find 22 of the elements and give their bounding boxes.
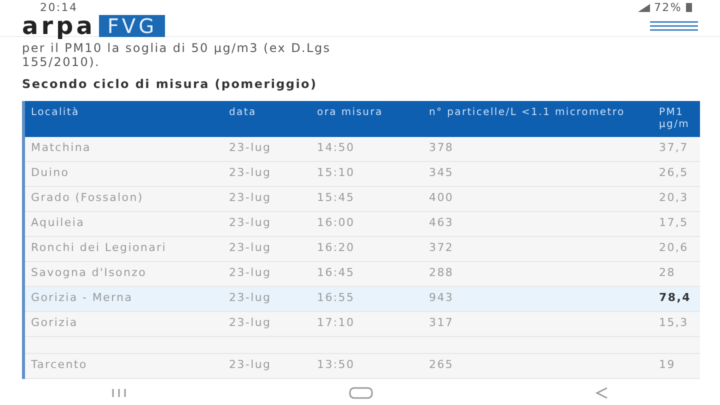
table-cell: 265 xyxy=(423,354,653,379)
intro-text: per il PM10 la soglia di 50 µg/m3 (ex D.Lgs xyxy=(22,41,332,55)
battery-icon xyxy=(686,3,692,12)
column-header: n° particelle/L <1.1 micrometro xyxy=(423,101,653,137)
column-header: Località xyxy=(25,101,223,137)
battery-percentage: 72% xyxy=(654,0,682,15)
table-cell: Tarcento xyxy=(25,354,223,379)
recent-apps-icon[interactable] xyxy=(111,388,127,398)
status-time: 20:14 xyxy=(40,0,78,15)
signal-icon xyxy=(638,4,650,12)
logo-badge: FVG xyxy=(99,14,166,36)
menu-icon[interactable] xyxy=(650,20,698,30)
back-icon[interactable] xyxy=(595,386,609,398)
intro-text: 155/2010). xyxy=(22,55,101,69)
column-header: data xyxy=(223,101,311,137)
section-title: Secondo ciclo di misura (pomeriggio) xyxy=(21,76,318,93)
home-icon[interactable] xyxy=(349,386,373,398)
table-cell: 13:50 xyxy=(311,354,423,379)
column-header: ora misura xyxy=(311,101,423,137)
table-cell: 23-lug xyxy=(223,354,311,379)
table-cell: 19 xyxy=(653,354,700,379)
column-header: PM1 µg/m xyxy=(653,101,700,137)
